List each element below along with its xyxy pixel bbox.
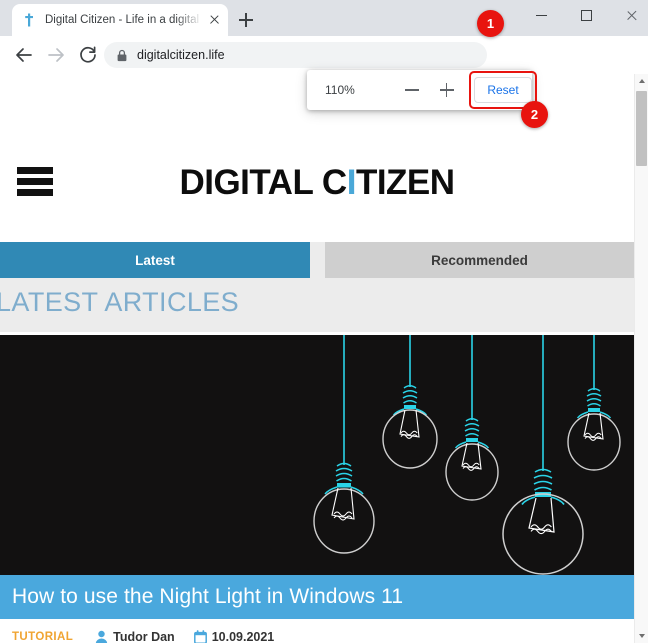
window-minimize-button[interactable] [521,0,563,30]
article-date: 10.09.2021 [211,630,275,643]
zoom-popup: 110% Reset [307,70,538,110]
scrollbar-thumb[interactable] [636,91,647,166]
content-tabs: Latest Recommended [0,242,634,278]
zoom-out-button[interactable] [398,76,424,104]
calendar-icon [193,630,207,643]
site-logo[interactable]: DIGITAL CITIZEN [0,163,634,203]
hero-image [0,335,634,575]
logo-highlight: I [346,163,357,202]
lightbulbs-illustration [313,335,621,575]
article-title: How to use the Night Light in Windows 11 [12,585,404,608]
tab-close-icon[interactable] [206,12,222,28]
article-meta: TUTORIAL Tudor Dan 10.09.2021 [12,630,274,643]
forward-button[interactable] [44,43,68,67]
dagger-favicon-icon [21,12,37,28]
section-title: LATEST ARTICLES [0,287,240,317]
address-bar[interactable]: digitalcitizen.life [104,42,487,68]
title-bar: Digital Citizen - Life in a digital w [0,0,648,36]
tab-recommended[interactable]: Recommended [325,242,634,278]
zoom-percent-label: 110% [325,83,355,97]
zoom-reset-button[interactable]: Reset [474,77,533,103]
scroll-down-arrow-icon[interactable] [635,628,648,643]
zoom-in-button[interactable] [433,76,459,104]
scroll-up-arrow-icon[interactable] [635,74,648,89]
annotation-badge-2: 2 [521,101,548,128]
browser-window: Digital Citizen - Life in a digital w di… [0,0,648,643]
person-icon [95,630,108,643]
reload-button[interactable] [76,43,100,67]
window-maximize-button[interactable] [566,0,608,30]
window-close-button[interactable] [611,0,648,30]
logo-part1: DIGITAL C [179,163,347,202]
article-title-banner[interactable]: How to use the Night Light in Windows 11 [0,575,634,619]
logo-part2: TIZEN [355,163,455,202]
annotation-badge-1: 1 [477,10,504,37]
lock-icon [116,49,128,62]
page-viewport: DIGITAL CITIZEN Latest Recommended LATES… [0,74,634,643]
tab-latest[interactable]: Latest [0,242,310,278]
address-bar-url: digitalcitizen.life [137,48,225,62]
article-author[interactable]: Tudor Dan [113,630,175,643]
tab-title: Digital Citizen - Life in a digital w [45,14,204,26]
browser-tab[interactable]: Digital Citizen - Life in a digital w [12,4,228,36]
back-button[interactable] [12,43,36,67]
new-tab-button[interactable] [234,8,258,32]
article-category[interactable]: TUTORIAL [12,631,73,643]
reset-button-wrap: Reset [469,71,538,109]
page-scrollbar[interactable] [634,74,648,643]
